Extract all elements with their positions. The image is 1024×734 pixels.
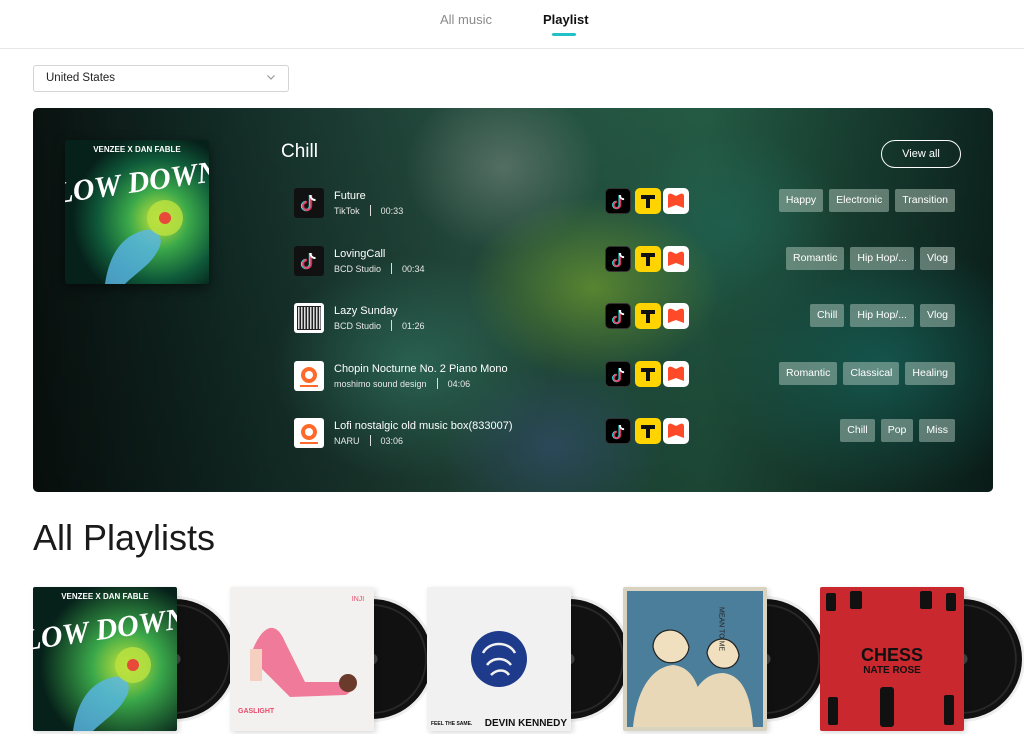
divider <box>391 320 393 331</box>
audiostock-icon[interactable] <box>663 188 689 214</box>
track-meta: NARU 03:06 <box>334 435 403 446</box>
featured-cover-art[interactable]: VENZEE X DAN FABLE LOW DOWN <box>65 140 209 284</box>
tag-list: Happy Electronic Transition <box>778 189 955 212</box>
tp-icon[interactable] <box>635 303 661 329</box>
track-artist[interactable]: BCD Studio <box>334 264 381 274</box>
playlist-cover[interactable]: CHESS NATE ROSE <box>820 587 964 731</box>
track-duration: 00:33 <box>380 206 404 216</box>
playlist-card[interactable]: CHESS NATE ROSE <box>820 587 1022 734</box>
tiktok-icon[interactable] <box>605 246 631 272</box>
playlist-card[interactable]: INJI GASLIGHT <box>230 587 432 734</box>
view-all-button[interactable]: View all <box>881 140 961 168</box>
chevron-down-icon <box>267 75 275 80</box>
track-meta: TikTok 00:33 <box>334 205 403 216</box>
audiostock-logo-thumbnail[interactable] <box>294 418 324 448</box>
track-duration: 03:06 <box>380 436 404 446</box>
divider <box>369 205 371 216</box>
tag-list: Romantic Hip Hop/... Vlog <box>786 247 955 270</box>
divider <box>391 263 393 274</box>
audiostock-icon[interactable] <box>663 246 689 272</box>
country-select[interactable]: United States <box>33 65 289 92</box>
playlist-card[interactable]: VENZEE X DAN FABLE LOW DOWN <box>33 587 235 734</box>
tp-icon[interactable] <box>635 361 661 387</box>
track-artist[interactable]: BCD Studio <box>334 321 381 331</box>
genre-tag[interactable]: Happy <box>778 189 824 212</box>
playlist-card[interactable]: FEEL THE SAME. DEVIN KENNEDY <box>427 587 629 734</box>
svg-text:VENZEE X DAN FABLE: VENZEE X DAN FABLE <box>61 592 149 601</box>
track-artist[interactable]: TikTok <box>334 206 360 216</box>
tp-icon[interactable] <box>635 418 661 444</box>
tab-playlist[interactable]: Playlist <box>543 12 589 36</box>
genre-tag[interactable]: Chill <box>809 304 845 327</box>
featured-playlist-title: Chill <box>281 141 318 162</box>
track-meta: BCD Studio 00:34 <box>334 263 425 274</box>
track-duration: 00:34 <box>402 264 425 274</box>
tiktok-logo-thumbnail[interactable] <box>294 246 324 276</box>
tiktok-icon[interactable] <box>605 188 631 214</box>
svg-text:FEEL THE SAME.: FEEL THE SAME. <box>431 721 473 727</box>
tiktok-logo-thumbnail[interactable] <box>294 188 324 218</box>
piano-keys-thumbnail[interactable] <box>294 303 324 333</box>
country-select-value: United States <box>46 72 116 84</box>
tag-list: Romantic Classical Healing <box>779 362 955 385</box>
tp-icon[interactable] <box>635 246 661 272</box>
tiktok-icon[interactable] <box>605 361 631 387</box>
svg-text:VENZEE X DAN FABLE: VENZEE X DAN FABLE <box>93 145 181 154</box>
svg-text:CHESS: CHESS <box>861 645 923 665</box>
track-meta: moshimo sound design 04:06 <box>334 378 470 389</box>
playlist-card[interactable]: MEAN TO ME <box>623 587 825 734</box>
track-row[interactable]: Lofi nostalgic old music box(833007) NARU… <box>294 418 964 452</box>
svg-text:DEVIN KENNEDY: DEVIN KENNEDY <box>485 718 568 729</box>
top-nav: All music Playlist <box>0 0 1024 49</box>
genre-tag[interactable]: Romantic <box>786 247 845 270</box>
audiostock-icon[interactable] <box>663 361 689 387</box>
divider <box>436 378 438 389</box>
track-title[interactable]: Lofi nostalgic old music box(833007) <box>334 420 513 432</box>
track-title[interactable]: LovingCall <box>334 248 385 260</box>
divider <box>369 435 371 446</box>
genre-tag[interactable]: Hip Hop/... <box>850 247 914 270</box>
genre-tag[interactable]: Chill <box>840 419 875 442</box>
audiostock-logo-thumbnail[interactable] <box>294 361 324 391</box>
genre-tag[interactable]: Classical <box>843 362 900 385</box>
genre-tag[interactable]: Transition <box>895 189 955 212</box>
track-duration: 01:26 <box>402 321 425 331</box>
tiktok-icon[interactable] <box>605 418 631 444</box>
svg-text:GASLIGHT: GASLIGHT <box>238 708 275 715</box>
tag-list: Chill Pop Miss <box>840 419 955 442</box>
genre-tag[interactable]: Miss <box>919 419 955 442</box>
tp-icon[interactable] <box>635 188 661 214</box>
track-artist[interactable]: NARU <box>334 436 360 446</box>
track-row[interactable]: Chopin Nocturne No. 2 Piano Mono moshimo … <box>294 361 964 395</box>
svg-text:NATE ROSE: NATE ROSE <box>863 665 921 676</box>
track-meta: BCD Studio 01:26 <box>334 320 425 331</box>
all-playlists-heading: All Playlists <box>33 517 216 558</box>
track-title[interactable]: Future <box>334 190 366 202</box>
svg-text:INJI: INJI <box>352 596 365 603</box>
track-row[interactable]: LovingCall BCD Studio 00:34 Romantic Hip Hop… <box>294 246 964 280</box>
track-row[interactable]: Lazy Sunday BCD Studio 01:26 Chill Hip Hop/.… <box>294 303 964 337</box>
genre-tag[interactable]: Electronic <box>829 189 890 212</box>
playlist-cover[interactable]: INJI GASLIGHT <box>230 587 374 731</box>
genre-tag[interactable]: Hip Hop/... <box>850 304 914 327</box>
genre-tag[interactable]: Pop <box>880 419 914 442</box>
audiostock-icon[interactable] <box>663 303 689 329</box>
track-artist[interactable]: moshimo sound design <box>334 379 427 389</box>
genre-tag[interactable]: Vlog <box>919 247 955 270</box>
track-row[interactable]: Future TikTok 00:33 Happy Electronic Transiti… <box>294 188 964 222</box>
playlist-cover[interactable]: VENZEE X DAN FABLE LOW DOWN <box>33 587 177 731</box>
genre-tag[interactable]: Healing <box>905 362 955 385</box>
tab-all-music[interactable]: All music <box>440 12 492 27</box>
audiostock-icon[interactable] <box>663 418 689 444</box>
tiktok-icon[interactable] <box>605 303 631 329</box>
track-title[interactable]: Chopin Nocturne No. 2 Piano Mono <box>334 363 508 375</box>
track-title[interactable]: Lazy Sunday <box>334 305 398 317</box>
genre-tag[interactable]: Romantic <box>779 362 838 385</box>
track-duration: 04:06 <box>447 379 471 389</box>
playlist-cover[interactable]: FEEL THE SAME. DEVIN KENNEDY <box>427 587 571 731</box>
tag-list: Chill Hip Hop/... Vlog <box>809 304 955 327</box>
svg-text:MEAN TO ME: MEAN TO ME <box>718 607 725 651</box>
playlist-cover[interactable]: MEAN TO ME <box>623 587 767 731</box>
genre-tag[interactable]: Vlog <box>919 304 955 327</box>
